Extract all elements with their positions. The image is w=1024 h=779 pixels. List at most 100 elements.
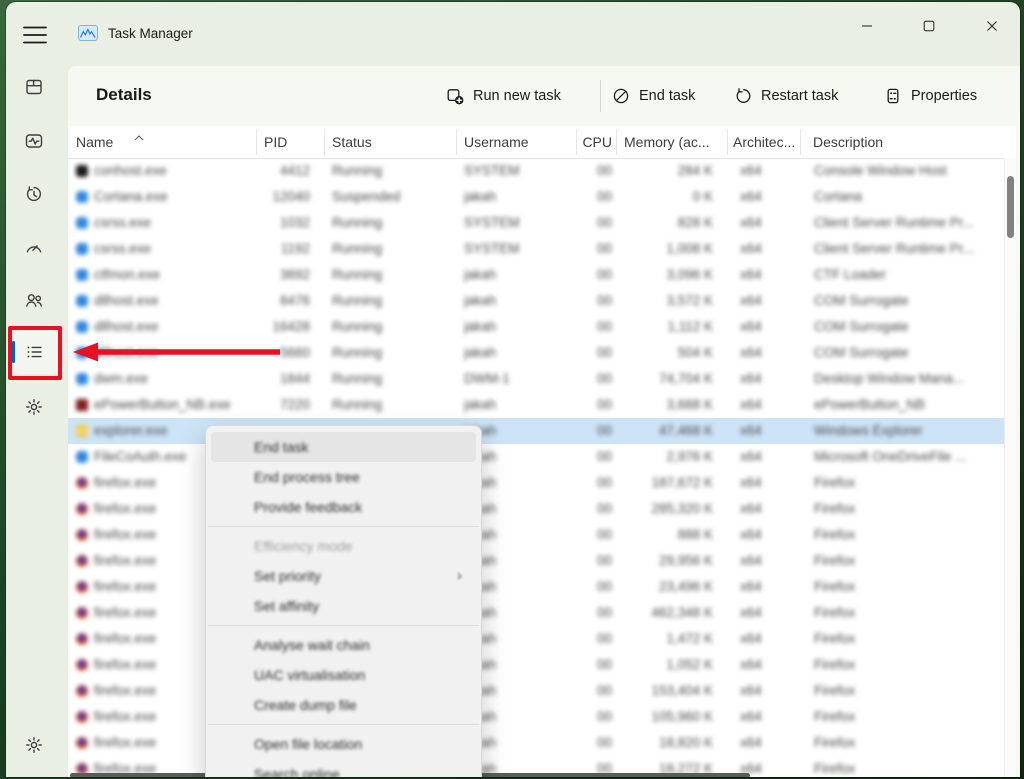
row-content: ePowerButton_NB.exe 7220 Running jakah 00 3,6… — [68, 392, 1004, 418]
table-row[interactable]: csrss.exe 1192 Running SYSTEM 00 1,008 K x64 Cl… — [68, 236, 1004, 262]
context-menu-item-search-online[interactable]: Search online — [211, 759, 476, 777]
context-menu-item-end-process-tree[interactable]: End process tree — [211, 462, 476, 492]
column-header-description[interactable]: Description — [813, 126, 883, 158]
table-row[interactable]: dllhost.exe 8476 Running jakah 00 3,572 K x64 C… — [68, 288, 1004, 314]
cell-cpu: 00 — [596, 631, 612, 646]
table-row[interactable]: ePowerButton_NB.exe 7220 Running jakah 00 3,6… — [68, 392, 1004, 418]
context-menu-item-set-priority[interactable]: Set priority › — [211, 561, 476, 591]
column-header-cpu[interactable]: CPU — [568, 126, 612, 158]
cell-name: conhost.exe — [94, 163, 167, 178]
column-header-memory[interactable]: Memory (ac... — [624, 126, 710, 158]
context-menu-item-efficiency-mode[interactable]: Efficiency mode — [211, 531, 476, 561]
cell-memory: 1,052 K — [666, 657, 713, 672]
cell-description: COM Surrogate — [814, 293, 909, 308]
app-blue-icon — [76, 373, 88, 385]
firefox-icon — [76, 711, 88, 723]
sidebar-item-users[interactable] — [24, 290, 44, 310]
cell-architecture: x64 — [740, 709, 762, 724]
column-header-pid[interactable]: PID — [264, 126, 287, 158]
window-maximize-button[interactable] — [908, 12, 950, 40]
cell-description: Firefox — [814, 605, 856, 620]
startup-apps-icon — [26, 245, 42, 253]
table-row[interactable]: dwm.exe 1844 Running DWM-1 00 74,704 K x64 Desk… — [68, 366, 1004, 392]
services-icon — [26, 399, 42, 415]
window-title: Task Manager — [108, 26, 193, 41]
window-close-button[interactable] — [971, 12, 1013, 40]
properties-button[interactable]: Properties — [884, 82, 977, 110]
cell-description: COM Surrogate — [814, 319, 909, 334]
table-row[interactable]: Cortana.exe 12040 Suspended jakah 00 0 K x64 Co… — [68, 184, 1004, 210]
cell-memory: 2,976 K — [666, 449, 713, 464]
console-icon — [76, 165, 88, 177]
sidebar-item-performance[interactable] — [24, 131, 44, 151]
cell-memory: 23,496 K — [658, 579, 713, 594]
cell-cpu: 00 — [596, 501, 612, 516]
column-separator — [256, 129, 257, 155]
cell-description: Desktop Window Mana... — [814, 371, 965, 386]
cell-pid: 8476 — [279, 293, 310, 308]
cell-description: Client Server Runtime Pr... — [814, 215, 974, 230]
app-blue-icon — [76, 191, 88, 203]
menu-item-label: Efficiency mode — [254, 538, 353, 554]
context-menu: End task End process tree Provide feedback… — [205, 425, 482, 777]
cell-name: ePowerButton_NB.exe — [94, 397, 231, 412]
context-menu-item-provide-feedback[interactable]: Provide feedback — [211, 492, 476, 522]
end-task-label: End task — [639, 88, 696, 104]
restart-task-button[interactable]: Restart task — [734, 82, 838, 110]
cell-description: Firefox — [814, 709, 856, 724]
cell-cpu: 00 — [596, 189, 612, 204]
run-new-task-button[interactable]: Run new task — [446, 82, 561, 110]
table-row[interactable]: dllhost.exe 16428 Running jakah 00 1,112 K x64… — [68, 314, 1004, 340]
cell-pid: 3692 — [279, 267, 310, 282]
window-minimize-button[interactable] — [846, 12, 888, 40]
column-header-username[interactable]: Username — [464, 126, 529, 158]
context-menu-item-set-affinity[interactable]: Set affinity — [211, 591, 476, 621]
cell-cpu: 00 — [596, 579, 612, 594]
cell-memory: 0 K — [692, 189, 713, 204]
cell-architecture: x64 — [740, 215, 762, 230]
context-menu-item-uac-virtualisation[interactable]: UAC virtualisation — [211, 660, 476, 690]
cell-architecture: x64 — [740, 423, 762, 438]
sidebar-item-services[interactable] — [24, 397, 44, 417]
cell-cpu: 00 — [596, 319, 612, 334]
cell-cpu: 00 — [596, 423, 612, 438]
cell-memory: 1,008 K — [666, 241, 713, 256]
cell-name: Cortana.exe — [94, 189, 168, 204]
context-menu-item-analyse-wait-chain[interactable]: Analyse wait chain — [211, 630, 476, 660]
cell-cpu: 00 — [596, 345, 612, 360]
menu-separator — [208, 724, 479, 725]
cell-memory: 153,404 K — [651, 683, 713, 698]
navigation-menu-button[interactable] — [22, 24, 50, 46]
cell-description: Firefox — [814, 553, 856, 568]
task-manager-window: Task Manager Details Run new task End tas… — [6, 2, 1020, 777]
row-content: dllhost.exe 8476 Running jakah 00 3,572 K x64 C… — [68, 288, 1004, 314]
column-header-arch[interactable]: Architec... — [733, 126, 795, 158]
firefox-icon — [76, 607, 88, 619]
minimize-icon — [862, 25, 872, 27]
cell-memory: 74,704 K — [658, 371, 713, 386]
vertical-scrollbar[interactable] — [1004, 158, 1016, 777]
cell-username: jakah — [464, 319, 497, 334]
column-header-status[interactable]: Status — [332, 126, 372, 158]
context-menu-item-open-file-location[interactable]: Open file location — [211, 729, 476, 759]
cell-status: Running — [332, 371, 383, 386]
vertical-scrollbar-thumb[interactable] — [1007, 176, 1014, 238]
cell-status: Running — [332, 241, 383, 256]
cell-description: Cortana — [814, 189, 863, 204]
sidebar-item-app-history[interactable] — [24, 184, 44, 204]
sidebar-item-processes[interactable] — [24, 77, 44, 97]
column-header-name[interactable]: Name — [76, 126, 113, 158]
cell-cpu: 00 — [596, 397, 612, 412]
end-task-button[interactable]: End task — [612, 82, 695, 110]
table-row[interactable]: ctfmon.exe 3692 Running jakah 00 3,096 K x64 CT… — [68, 262, 1004, 288]
sort-ascending-icon — [134, 128, 144, 146]
context-menu-item-end-task[interactable]: End task — [211, 432, 476, 462]
sidebar-item-startup-apps[interactable] — [24, 237, 44, 257]
table-row[interactable]: csrss.exe 1032 Running SYSTEM 00 828 K x64 Clie… — [68, 210, 1004, 236]
context-menu-item-create-dump-file[interactable]: Create dump file — [211, 690, 476, 720]
column-separator — [616, 129, 617, 155]
cell-cpu: 00 — [596, 683, 612, 698]
cell-description: Firefox — [814, 683, 856, 698]
sidebar-item-settings[interactable] — [24, 735, 44, 755]
table-row[interactable]: conhost.exe 4412 Running SYSTEM 00 284 K x64 Co… — [68, 158, 1004, 184]
